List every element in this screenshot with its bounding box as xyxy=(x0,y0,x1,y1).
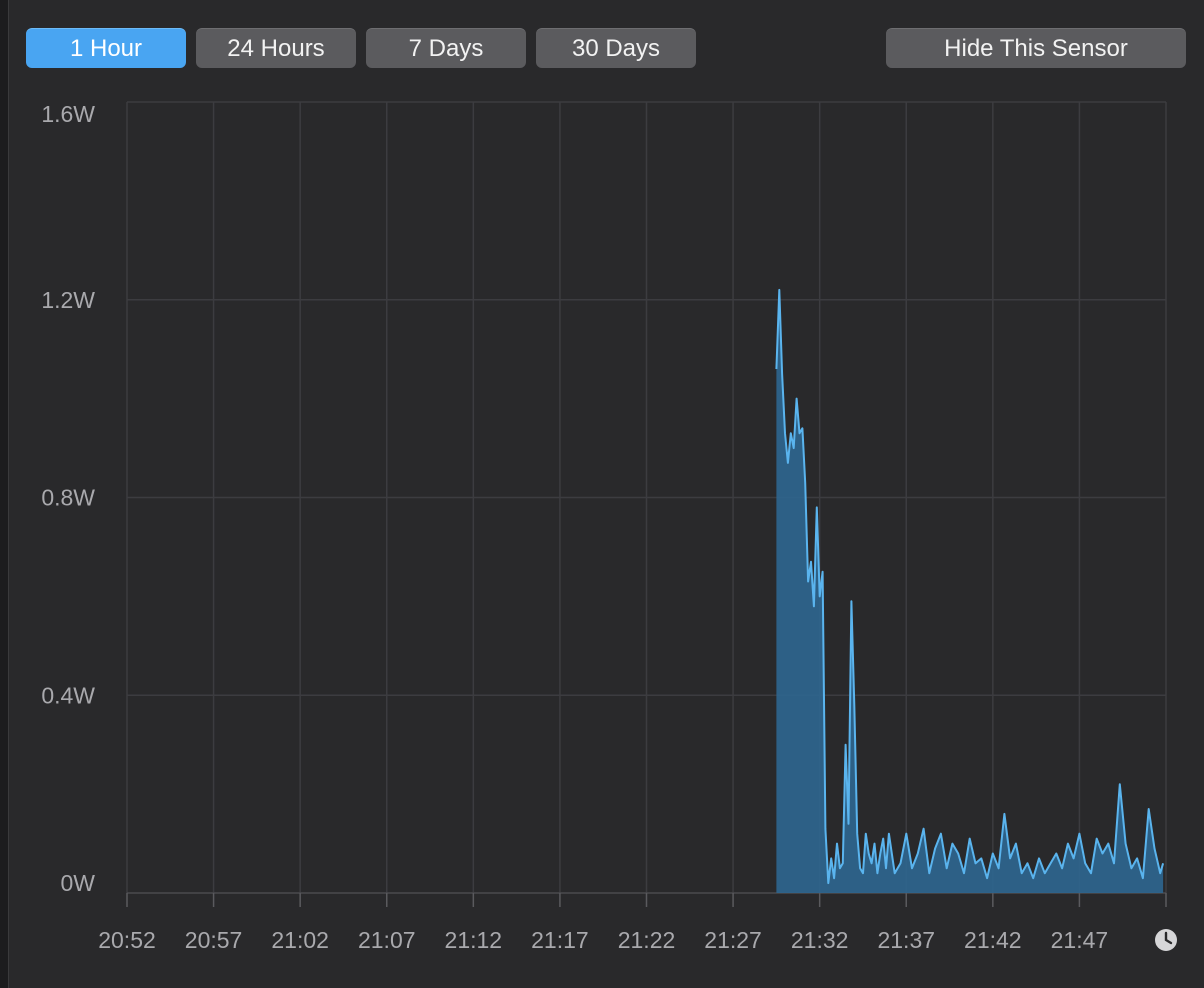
area-fill xyxy=(776,289,1164,893)
x-tick-label: 21:32 xyxy=(791,927,849,953)
y-tick-label: 0.8W xyxy=(41,485,95,511)
x-tick-label: 21:12 xyxy=(445,927,503,953)
power-chart: 0W0.4W0.8W1.2W1.6W 20:52 20:57 21:02 21:07 2… xyxy=(41,101,1177,953)
series-line xyxy=(775,288,1165,885)
x-tick-label: 21:17 xyxy=(531,927,589,953)
x-tick-label: 20:52 xyxy=(98,927,156,953)
x-tick-label: 21:22 xyxy=(618,927,676,953)
x-tick-label: 20:57 xyxy=(185,927,243,953)
y-axis-ticks: 0W 0.4W 0.8W 1.2W 1.6W xyxy=(41,101,95,896)
x-tick-label: 21:27 xyxy=(704,927,762,953)
x-tick-label: 21:07 xyxy=(358,927,416,953)
x-axis-ticks: 20:52 20:57 21:02 21:07 21:12 21:17 21:22 21:27… xyxy=(98,927,1108,953)
chart-grid xyxy=(126,101,1167,907)
y-tick-label: 1.2W xyxy=(41,287,95,313)
y-tick-label: 0W xyxy=(61,870,96,896)
x-tick-label: 21:47 xyxy=(1051,927,1109,953)
y-tick-label: 1.6W xyxy=(41,101,95,127)
chart-area-series xyxy=(775,288,1165,893)
x-tick-label: 21:02 xyxy=(271,927,329,953)
clock-icon[interactable] xyxy=(1155,929,1177,951)
x-tick-label: 21:42 xyxy=(964,927,1022,953)
x-tick-label: 21:37 xyxy=(877,927,935,953)
y-tick-label: 0.4W xyxy=(41,682,95,708)
